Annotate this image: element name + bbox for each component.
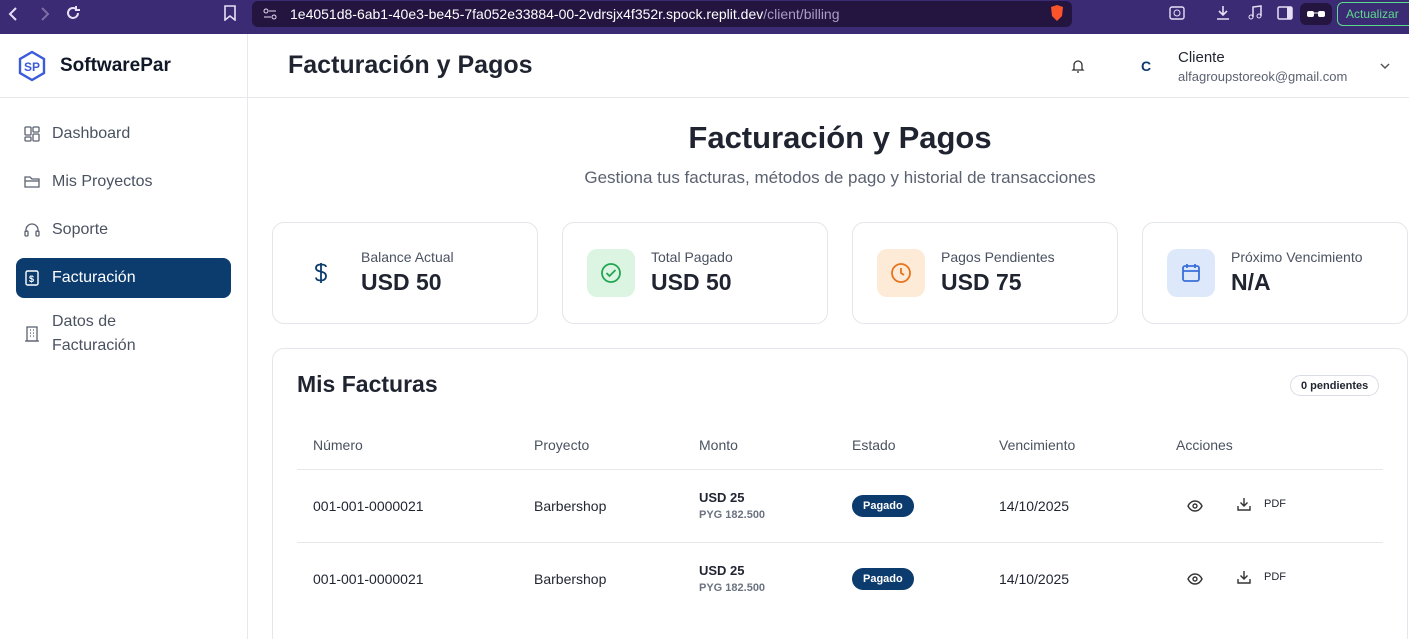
sidebar-item-dashboard[interactable]: Dashboard [16, 114, 231, 154]
invoice-amount: USD 25 [699, 563, 745, 578]
clock-icon [877, 249, 925, 297]
sidebar-item-label: Soporte [52, 221, 109, 238]
svg-text:$: $ [29, 274, 34, 284]
invoice-number: 001-001-0000021 [313, 571, 424, 587]
forward-icon[interactable] [36, 6, 52, 22]
invoice-due-date: 14/10/2025 [999, 498, 1070, 514]
sidebar-toggle-icon[interactable] [1276, 4, 1294, 22]
dollar-icon [297, 249, 345, 297]
update-button[interactable]: Actualizar [1337, 2, 1409, 26]
folder-icon [24, 174, 40, 190]
invoice-project: Barbershop [534, 498, 607, 514]
url-host: 1e4051d8-6ab1-40e3-be45-7fa052e33884-00-… [290, 6, 764, 22]
pdf-download-link[interactable]: PDF [1264, 498, 1286, 510]
chevron-down-icon[interactable] [1378, 58, 1392, 72]
sidebar-item-label: Facturación [52, 269, 136, 286]
download-icon[interactable] [1214, 4, 1232, 22]
invoice-amount-local: PYG 182.500 [699, 582, 766, 594]
avatar[interactable]: C [1136, 56, 1156, 76]
table-divider [297, 542, 1383, 543]
invoice-amount-local: PYG 182.500 [699, 509, 766, 521]
column-header-amount: Monto [699, 437, 738, 453]
column-header-project: Proyecto [534, 437, 590, 453]
sidebar-item-billing[interactable]: $ Facturación [16, 258, 231, 298]
eye-icon[interactable] [1187, 571, 1203, 587]
card-label: Balance Actual [361, 249, 454, 265]
card-value: USD 50 [651, 269, 732, 295]
sidebar-item-label: Mis Proyectos [52, 173, 153, 190]
back-icon[interactable] [6, 6, 22, 22]
invoice-number: 001-001-0000021 [313, 498, 424, 514]
headphones-icon [24, 222, 40, 238]
brand-name: SoftwarePar [60, 54, 171, 76]
table-divider [297, 469, 1383, 470]
column-header-actions: Acciones [1176, 437, 1233, 453]
pdf-download-link[interactable]: PDF [1264, 571, 1286, 583]
sidebar-item-label: Datos de Facturación [52, 310, 136, 358]
card-value: N/A [1231, 269, 1271, 295]
card-label: Pagos Pendientes [941, 249, 1055, 265]
label-line: Facturación [52, 337, 136, 354]
invoices-title: Mis Facturas [297, 371, 438, 397]
calendar-icon [1167, 249, 1215, 297]
site-settings-icon[interactable] [262, 6, 278, 22]
browser-toolbar: 1e4051d8-6ab1-40e3-be45-7fa052e33884-00-… [0, 0, 1409, 34]
softwarepar-logo-icon: SP [16, 50, 48, 82]
screenshot-icon[interactable] [1168, 4, 1186, 22]
sidebar-item-label: Dashboard [52, 125, 131, 142]
dashboard-icon [24, 126, 40, 142]
page-title: Facturación y Pagos [688, 120, 992, 155]
download-icon[interactable] [1236, 496, 1252, 512]
address-bar[interactable]: 1e4051d8-6ab1-40e3-be45-7fa052e33884-00-… [252, 1, 1072, 27]
user-name[interactable]: Cliente [1178, 49, 1225, 66]
brand[interactable]: SP SoftwarePar [0, 34, 247, 98]
column-header-due: Vencimiento [999, 437, 1076, 453]
download-icon[interactable] [1236, 569, 1252, 585]
sidebar-nav: Dashboard Mis Proyectos Soporte $ Factur… [0, 98, 247, 386]
column-header-number: Número [313, 437, 363, 453]
bookmark-icon[interactable] [222, 4, 238, 22]
invoice-icon: $ [24, 270, 40, 286]
card-value: USD 50 [361, 269, 442, 295]
next-due-card: Próximo Vencimiento N/A [1142, 222, 1408, 324]
sidebar: SP SoftwarePar Dashboard Mis Proyectos S… [0, 34, 248, 639]
bell-icon[interactable] [1070, 58, 1086, 74]
card-value: USD 75 [941, 269, 1022, 295]
status-badge: Pagado [852, 495, 914, 517]
music-icon[interactable] [1246, 4, 1264, 22]
check-circle-icon [587, 249, 635, 297]
invoice-due-date: 14/10/2025 [999, 571, 1070, 587]
invoice-amount: USD 25 [699, 490, 745, 505]
eye-icon[interactable] [1187, 498, 1203, 514]
pending-badge: 0 pendientes [1290, 375, 1380, 396]
total-paid-card: Total Pagado USD 50 [562, 222, 828, 324]
sidebar-item-projects[interactable]: Mis Proyectos [16, 162, 231, 202]
sidebar-item-billing-data[interactable]: Datos de Facturación [16, 306, 231, 362]
private-glasses-icon[interactable] [1300, 3, 1332, 25]
invoices-panel: Mis Facturas 0 pendientes Número Proyect… [272, 348, 1408, 639]
card-label: Próximo Vencimiento [1231, 249, 1363, 265]
label-line: Datos de [52, 313, 117, 330]
top-header: Facturación y Pagos C Cliente alfagroups… [248, 34, 1409, 98]
column-header-status: Estado [852, 437, 896, 453]
url-path: /client/billing [763, 6, 840, 22]
card-label: Total Pagado [651, 249, 733, 265]
main-content: Facturación y Pagos Gestiona tus factura… [248, 98, 1409, 639]
sidebar-item-support[interactable]: Soporte [16, 210, 231, 250]
invoice-project: Barbershop [534, 571, 607, 587]
status-badge: Pagado [852, 568, 914, 590]
header-title: Facturación y Pagos [288, 51, 533, 79]
user-email[interactable]: alfagroupstoreok@gmail.com [1178, 69, 1347, 84]
svg-text:SP: SP [24, 60, 40, 74]
page-subtitle: Gestiona tus facturas, métodos de pago y… [584, 168, 1096, 187]
url-text: 1e4051d8-6ab1-40e3-be45-7fa052e33884-00-… [290, 6, 840, 22]
brave-shield-icon[interactable] [1048, 3, 1066, 23]
balance-card: Balance Actual USD 50 [272, 222, 538, 324]
building-icon [24, 326, 40, 342]
reload-icon[interactable] [64, 4, 82, 22]
pending-payments-card: Pagos Pendientes USD 75 [852, 222, 1118, 324]
